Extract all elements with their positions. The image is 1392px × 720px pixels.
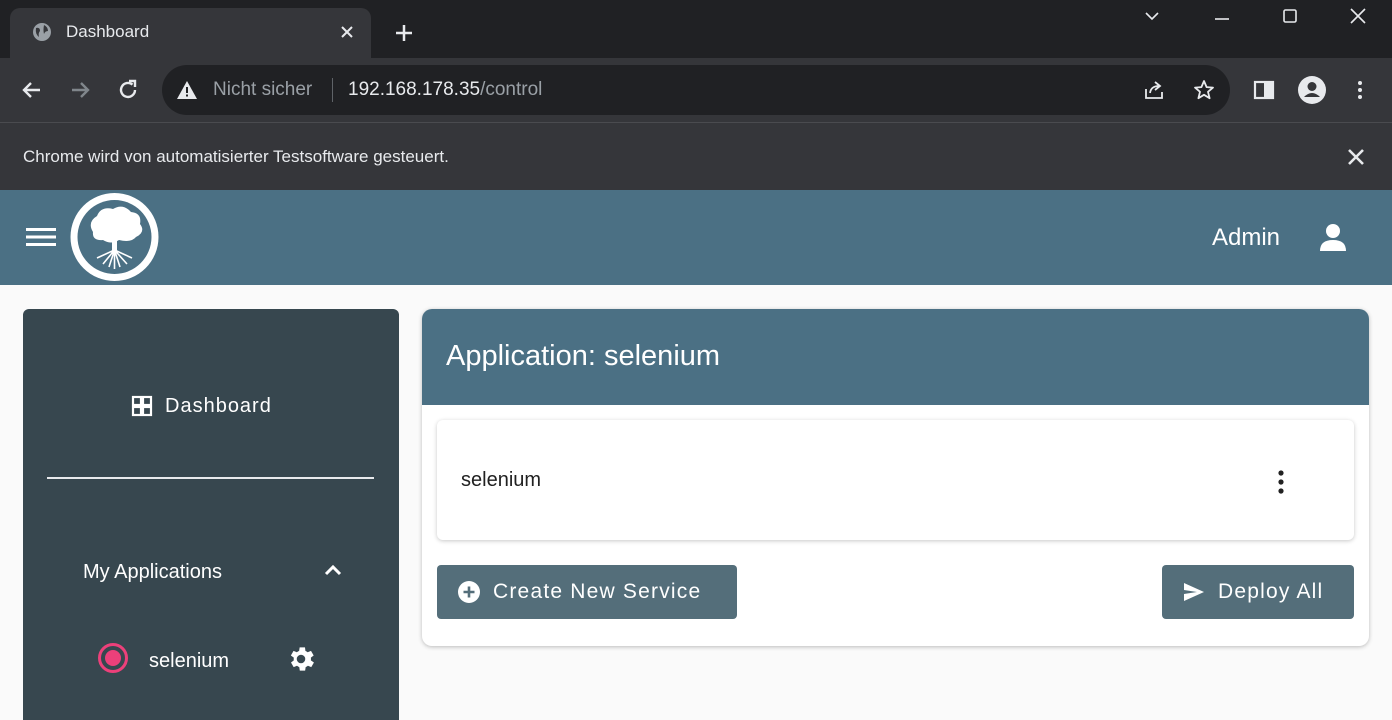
address-bar[interactable]: Nicht sicher 192.168.178.35/control xyxy=(162,65,1230,115)
sidebar: Dashboard My Applications selenium xyxy=(23,309,399,720)
browser-tab[interactable]: Dashboard xyxy=(10,8,371,58)
globe-icon xyxy=(33,23,51,41)
create-new-service-button[interactable]: Create New Service xyxy=(437,565,737,619)
reload-icon xyxy=(119,79,137,99)
star-icon xyxy=(1194,80,1214,100)
button-label: Deploy All xyxy=(1218,580,1324,603)
url-text[interactable]: 192.168.178.35/control xyxy=(348,79,542,101)
profile-icon xyxy=(1298,76,1326,104)
my-applications-toggle[interactable]: My Applications xyxy=(83,559,353,589)
side-panel-button[interactable] xyxy=(1250,76,1278,104)
gear-icon[interactable] xyxy=(285,643,317,675)
sidebar-item-label: selenium xyxy=(149,650,230,672)
automation-infobar: Chrome wird von automatisierter Testsoft… xyxy=(0,122,1392,190)
service-name: selenium xyxy=(461,469,542,491)
close-icon xyxy=(1348,149,1364,165)
new-tab-button[interactable] xyxy=(392,21,416,45)
user-name[interactable]: Admin xyxy=(1212,224,1280,252)
chevron-up-icon xyxy=(324,564,342,576)
deploy-all-button[interactable]: Deploy All xyxy=(1162,565,1354,619)
reload-button[interactable] xyxy=(114,76,142,104)
section-label: My Applications xyxy=(83,561,222,583)
maximize-button[interactable] xyxy=(1278,4,1302,28)
sidebar-item-selenium[interactable]: selenium xyxy=(97,642,327,678)
menu-icon[interactable] xyxy=(26,225,56,249)
close-window-button[interactable] xyxy=(1346,4,1370,28)
page-title: Application: selenium xyxy=(446,340,721,372)
forward-button[interactable] xyxy=(66,76,94,104)
url-path: /control xyxy=(480,79,543,100)
back-button[interactable] xyxy=(18,76,46,104)
app-header: Admin xyxy=(0,190,1392,285)
minimize-button[interactable] xyxy=(1210,4,1234,28)
side-panel-icon xyxy=(1253,80,1275,100)
tab-search-button[interactable] xyxy=(1140,4,1164,28)
browser-toolbar: Nicht sicher 192.168.178.35/control xyxy=(0,58,1392,122)
sidebar-divider xyxy=(47,477,374,479)
button-label: Create New Service xyxy=(493,580,702,603)
close-icon xyxy=(1350,8,1366,24)
warning-icon xyxy=(177,81,197,99)
infobar-close-button[interactable] xyxy=(1344,145,1368,169)
plus-icon xyxy=(396,25,412,41)
browser-menu-button[interactable] xyxy=(1346,76,1374,104)
grid-icon xyxy=(131,395,153,417)
maximize-icon xyxy=(1283,9,1297,23)
service-item[interactable]: selenium xyxy=(437,420,1354,540)
add-circle-icon xyxy=(458,581,480,603)
vertical-dots-icon xyxy=(1358,81,1362,99)
sidebar-item-dashboard[interactable]: Dashboard xyxy=(131,393,272,419)
chevron-down-icon xyxy=(1145,12,1159,21)
profile-button[interactable] xyxy=(1296,74,1328,106)
sidebar-item-label: Dashboard xyxy=(165,394,272,417)
arrow-right-icon xyxy=(72,82,90,98)
tab-close-icon[interactable] xyxy=(336,21,358,43)
tree-logo[interactable] xyxy=(67,192,162,282)
url-host: 192.168.178.35 xyxy=(348,79,481,100)
card-header: Application: selenium xyxy=(422,309,1369,405)
omnibox-separator xyxy=(332,78,333,102)
account-icon[interactable] xyxy=(1316,221,1350,255)
more-vert-icon[interactable] xyxy=(1269,467,1293,497)
tab-title: Dashboard xyxy=(66,22,150,41)
radio-selected-icon[interactable] xyxy=(97,642,129,674)
bookmark-button[interactable] xyxy=(1190,76,1218,104)
minimize-icon xyxy=(1215,18,1229,20)
application-card: Application: selenium selenium Create Ne… xyxy=(422,309,1369,646)
infobar-text: Chrome wird von automatisierter Testsoft… xyxy=(23,147,449,166)
share-icon xyxy=(1145,81,1163,99)
share-button[interactable] xyxy=(1140,76,1168,104)
arrow-left-icon xyxy=(22,82,40,98)
security-label[interactable]: Nicht sicher xyxy=(213,79,312,101)
send-icon xyxy=(1184,583,1204,601)
browser-tabstrip: Dashboard xyxy=(0,0,1392,58)
